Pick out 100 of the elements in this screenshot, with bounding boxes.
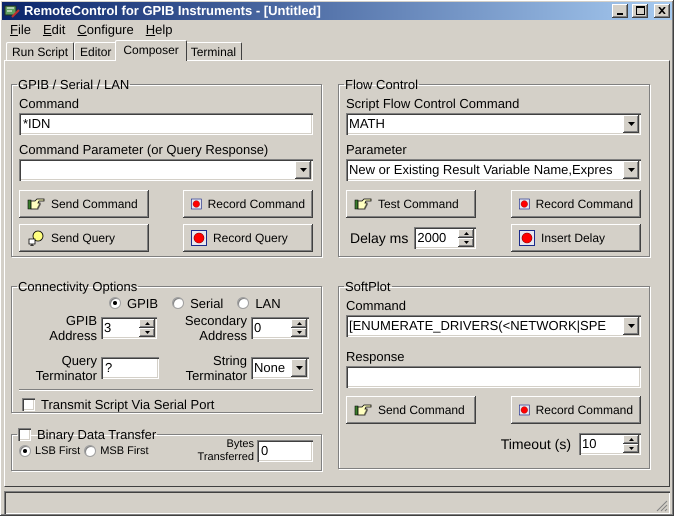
timeout-spinner[interactable]: 10 [579, 432, 641, 455]
record-icon [191, 230, 207, 246]
down-arrow-icon [628, 446, 634, 450]
record-icon [519, 196, 530, 212]
dropdown-arrow-icon [628, 324, 634, 328]
group-title: Flow Control [344, 76, 419, 92]
field-label: Bytes Transferred [196, 438, 254, 464]
radio-button[interactable] [109, 297, 121, 310]
parameter-dropdown[interactable]: New or Existing Result Variable Name,Expres [346, 158, 641, 181]
down-arrow-icon [464, 240, 469, 244]
radio-label: Serial [190, 296, 224, 311]
checkbox-label: Binary Data Transfer [37, 426, 156, 442]
send-command-button[interactable]: Send Command [19, 190, 149, 218]
delay-spinner[interactable]: 2000 [414, 226, 476, 249]
checkbox[interactable] [18, 428, 31, 441]
down-arrow-icon [296, 330, 302, 334]
menu-item[interactable]: Configure [71, 22, 140, 37]
radio-label: LSB First [35, 444, 80, 457]
field-label: Response [346, 348, 406, 364]
gpib-address-spinner[interactable]: 3 [101, 316, 157, 339]
send-query-button[interactable]: Send Query [19, 224, 149, 252]
radio-label: LAN [255, 296, 281, 311]
close-icon [658, 7, 666, 14]
radio-label: GPIB [127, 296, 158, 311]
spin-up-button[interactable] [458, 228, 474, 238]
group-title: SoftPlot [344, 278, 392, 294]
field-label: String Terminator [184, 352, 247, 383]
field-label: Timeout (s) [500, 436, 571, 452]
minimize-button[interactable] [612, 4, 628, 18]
field-label: Script Flow Control Command [346, 96, 520, 111]
radio-label: MSB First [100, 444, 149, 457]
dropdown-button[interactable] [291, 358, 307, 377]
tab[interactable]: Terminal [184, 42, 242, 60]
record-command-button[interactable]: Record Command [511, 190, 641, 218]
test-command-button[interactable]: Test Command [346, 190, 476, 218]
minimize-icon [617, 12, 623, 15]
field-label: Command Parameter (or Query Response) [19, 142, 270, 157]
query-icon [27, 230, 45, 246]
field-label: Command [19, 96, 80, 111]
spin-up-button[interactable] [139, 318, 155, 328]
maximize-icon [636, 6, 644, 16]
field-label: Query Terminator [34, 352, 97, 383]
record-icon [191, 196, 202, 212]
record-command-button[interactable]: Record Command [183, 190, 313, 218]
dropdown-button[interactable] [623, 160, 639, 179]
resize-grip-icon [656, 500, 668, 512]
spin-up-button[interactable] [623, 434, 639, 444]
send-command-button[interactable]: Send Command [346, 396, 476, 424]
flow-command-dropdown[interactable]: MATH [346, 112, 641, 135]
radio-button[interactable] [172, 297, 184, 310]
menu-item[interactable]: File [4, 22, 37, 37]
group-title: GPIB / Serial / LAN [17, 76, 130, 92]
up-arrow-icon [628, 438, 634, 441]
field-label: Command [346, 298, 407, 313]
field-label: Parameter [346, 142, 408, 157]
pointing-hand-icon [354, 404, 372, 416]
field-label: Secondary Address [184, 312, 247, 343]
field-label: Delay ms [350, 230, 408, 246]
tab[interactable]: Composer [115, 40, 187, 61]
insert-delay-button[interactable]: Insert Delay [511, 224, 641, 252]
response-field[interactable] [346, 366, 641, 388]
softplot-command-dropdown[interactable]: [ENUMERATE_DRIVERS(<NETWORK|SPE [346, 314, 641, 337]
app-icon [4, 2, 20, 19]
up-arrow-icon [144, 322, 150, 325]
radio-button[interactable] [84, 444, 96, 457]
menu-item[interactable]: Help [140, 22, 178, 37]
parameter-dropdown[interactable] [19, 158, 313, 181]
query-terminator-field[interactable]: ? [101, 356, 159, 379]
radio-button[interactable] [237, 297, 250, 310]
dropdown-button[interactable] [623, 114, 639, 133]
record-icon [519, 402, 530, 418]
dropdown-arrow-icon [628, 168, 634, 172]
record-icon [519, 230, 535, 246]
field-label: GPIB Address [48, 312, 97, 343]
command-field[interactable]: *IDN [19, 112, 313, 135]
bytes-field[interactable]: 0 [257, 440, 313, 462]
window-title: RemoteControl for GPIB Instruments - [Untitled] [24, 3, 322, 18]
secondary-address-spinner[interactable]: 0 [251, 316, 309, 339]
string-terminator-dropdown[interactable]: None [251, 356, 309, 379]
dropdown-arrow-icon [296, 366, 302, 370]
checkbox-label: Transmit Script Via Serial Port [41, 396, 214, 412]
up-arrow-icon [464, 232, 469, 235]
up-arrow-icon [296, 322, 302, 325]
dropdown-arrow-icon [300, 168, 306, 172]
pointing-hand-icon [27, 198, 45, 210]
record-query-button[interactable]: Record Query [183, 224, 313, 252]
tab[interactable]: Run Script [6, 42, 74, 60]
close-button[interactable] [654, 4, 670, 18]
checkbox[interactable] [22, 398, 35, 411]
down-arrow-icon [144, 330, 150, 334]
dropdown-button[interactable] [623, 316, 639, 335]
tab[interactable]: Editor [74, 42, 118, 60]
maximize-button[interactable] [632, 4, 648, 18]
spin-up-button[interactable] [291, 318, 307, 328]
record-command-button[interactable]: Record Command [511, 396, 641, 424]
radio-button[interactable] [19, 444, 31, 457]
pointing-hand-icon [354, 198, 372, 210]
menu-item[interactable]: Edit [36, 22, 72, 37]
dropdown-arrow-icon [628, 122, 634, 126]
dropdown-button[interactable] [295, 160, 311, 179]
